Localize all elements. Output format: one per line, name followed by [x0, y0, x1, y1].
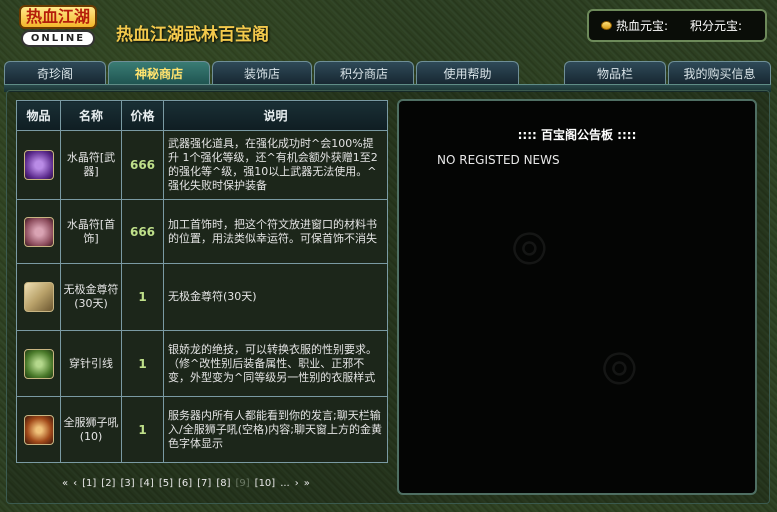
- table-header-row: 物品 名称 价格 说明: [16, 100, 388, 131]
- header-price: 价格: [121, 100, 164, 131]
- item-name[interactable]: 无极金尊符(30天): [60, 263, 122, 331]
- page-link-4[interactable]: [4]: [140, 478, 154, 489]
- item-desc: 银娇龙的绝技，可以转换衣服的性别要求。（修^改性别后装备属性、职业、正邪不变，外…: [163, 330, 388, 397]
- pink-crystal-icon[interactable]: [23, 216, 54, 247]
- tab-mystery-shop[interactable]: 神秘商店: [108, 61, 210, 85]
- item-desc: 加工首饰时，把这个符文放进窗口的材料书的位置，用法类似幸运符。可保首饰不消失: [163, 199, 388, 264]
- watermark-icon: ◎: [498, 214, 557, 277]
- site-title: 热血江湖武林百宝阁: [116, 25, 269, 45]
- tab-my-purchases[interactable]: 我的购买信息: [668, 61, 771, 85]
- prev-page-button[interactable]: ‹: [73, 478, 77, 489]
- score-label: 积分元宝:: [690, 19, 743, 33]
- item-table: 物品 名称 价格 说明 水晶符[武器] 666 武器强化道具，在强化成功时^会1…: [16, 100, 388, 463]
- item-name[interactable]: 水晶符[武器]: [60, 130, 122, 200]
- item-desc: 服务器内所有人都能看到你的发言;聊天栏输入/全服狮子吼(空格)内容;聊天窗上方的…: [163, 396, 388, 463]
- header-icon: 物品: [16, 100, 61, 131]
- page-link-10[interactable]: [10]: [255, 478, 276, 489]
- coin-icon: [601, 21, 612, 30]
- logo-subtitle: ONLINE: [20, 30, 96, 47]
- pagination: « ‹ [1] [2] [3] [4] [5] [6] [7] [8] [9] …: [62, 478, 310, 489]
- logo-title: 热血江湖: [18, 5, 97, 29]
- header-name: 名称: [60, 100, 122, 131]
- item-name[interactable]: 全服狮子吼(10): [60, 396, 122, 463]
- scroll-icon[interactable]: [23, 282, 54, 312]
- needle-thread-icon[interactable]: [23, 348, 54, 379]
- notice-title: :::: 百宝阁公告板 ::::: [517, 128, 637, 142]
- table-row[interactable]: 水晶符[首饰] 666 加工首饰时，把这个符文放进窗口的材料书的位置，用法类似幸…: [16, 199, 388, 264]
- next-page-button[interactable]: ›: [295, 478, 299, 489]
- tab-help[interactable]: 使用帮助: [416, 61, 519, 85]
- page-link-1[interactable]: [1]: [82, 478, 96, 489]
- table-row[interactable]: 全服狮子吼(10) 1 服务器内所有人都能看到你的发言;聊天栏输入/全服狮子吼(…: [16, 396, 388, 463]
- item-price: 666: [121, 130, 164, 200]
- currency-label: 热血元宝:: [616, 19, 669, 33]
- table-row[interactable]: 无极金尊符(30天) 1 无极金尊符(30天): [16, 263, 388, 331]
- item-desc: 武器强化道具，在强化成功时^会100%提升 1个强化等级，还^有机会额外获赠1至…: [163, 130, 388, 200]
- header-desc: 说明: [163, 100, 388, 131]
- pagination-ellipsis: ...: [280, 478, 290, 489]
- tab-decoration-shop[interactable]: 装饰店: [212, 61, 312, 85]
- page-link-5[interactable]: [5]: [159, 478, 173, 489]
- notice-board: ◎ ◎ :::: 百宝阁公告板 :::: NO REGISTED NEWS: [397, 99, 757, 495]
- item-name[interactable]: 水晶符[首饰]: [60, 199, 122, 264]
- page-link-3[interactable]: [3]: [120, 478, 134, 489]
- watermark-icon: ◎: [588, 334, 647, 397]
- page-link-9[interactable]: [9]: [236, 478, 250, 489]
- item-desc: 无极金尊符(30天): [163, 263, 388, 331]
- page-link-2[interactable]: [2]: [101, 478, 115, 489]
- game-logo[interactable]: 热血江湖 ONLINE: [6, 4, 110, 48]
- item-price: 1: [121, 396, 164, 463]
- notice-body: NO REGISTED NEWS: [437, 153, 560, 167]
- tab-points-shop[interactable]: 积分商店: [314, 61, 414, 85]
- table-row[interactable]: 水晶符[武器] 666 武器强化道具，在强化成功时^会100%提升 1个强化等级…: [16, 130, 388, 200]
- last-page-button[interactable]: »: [304, 478, 310, 489]
- purple-crystal-icon[interactable]: [23, 150, 54, 180]
- page-link-7[interactable]: [7]: [197, 478, 211, 489]
- item-price: 1: [121, 330, 164, 397]
- item-price: 1: [121, 263, 164, 331]
- currency-panel: 热血元宝: 积分元宝:: [587, 9, 767, 42]
- tab-inventory[interactable]: 物品栏: [564, 61, 666, 85]
- lion-roar-icon[interactable]: [23, 414, 54, 445]
- tab-rare-treasures[interactable]: 奇珍阁: [4, 61, 106, 85]
- item-price: 666: [121, 199, 164, 264]
- table-row[interactable]: 穿针引线 1 银娇龙的绝技，可以转换衣服的性别要求。（修^改性别后装备属性、职业…: [16, 330, 388, 397]
- page-link-8[interactable]: [8]: [216, 478, 230, 489]
- page-link-6[interactable]: [6]: [178, 478, 192, 489]
- first-page-button[interactable]: «: [62, 478, 68, 489]
- item-name[interactable]: 穿针引线: [60, 330, 122, 397]
